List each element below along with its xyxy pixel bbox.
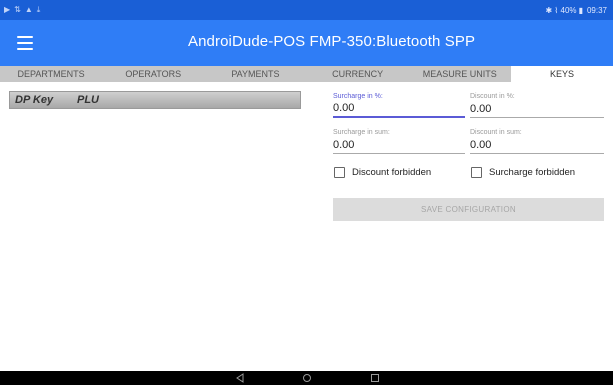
discount-percent-input[interactable] — [470, 101, 604, 118]
surcharge-percent-input[interactable] — [333, 101, 465, 118]
app-title: AndroiDude-POS FMP-350:Bluetooth SPP — [188, 33, 476, 50]
plu-table-header: DP Key PLU — [9, 91, 301, 109]
surcharge-percent-label: Surcharge in %: — [333, 93, 383, 100]
upload-icon: ▲ — [24, 5, 33, 14]
tab-measure-units[interactable]: MEASURE UNITS — [409, 66, 511, 82]
surcharge-forbidden-checkbox[interactable] — [471, 167, 482, 178]
column-header-dp-key: DP Key — [15, 94, 54, 106]
surcharge-sum-label: Surcharge in sum: — [333, 129, 390, 136]
app-bar: AndroiDude-POS FMP-350:Bluetooth SPP — [0, 20, 613, 66]
system-navigation-bar — [0, 371, 613, 385]
tab-payments[interactable]: PAYMENTS — [204, 66, 306, 82]
discount-forbidden-checkbox[interactable] — [334, 167, 345, 178]
status-left-icons: ▶ ⇅ ▲ ⤓ — [4, 6, 40, 14]
surcharge-sum-field: Surcharge in sum: — [333, 128, 465, 154]
save-configuration-button[interactable]: SAVE CONFIGURATION — [333, 198, 604, 221]
surcharge-sum-input[interactable] — [333, 137, 465, 154]
surcharge-percent-field: Surcharge in %: — [333, 92, 465, 118]
discount-forbidden-row[interactable]: Discount forbidden — [334, 167, 431, 178]
column-header-plu: PLU — [77, 94, 99, 106]
discount-percent-field: Discount in %: — [470, 92, 604, 118]
status-right: ✱ ⌇ 40% ▮ 09:37 — [545, 6, 607, 15]
discount-forbidden-label: Discount forbidden — [352, 167, 432, 178]
surcharge-forbidden-row[interactable]: Surcharge forbidden — [471, 167, 575, 178]
discount-sum-input[interactable] — [470, 137, 604, 154]
tab-strip: DEPARTMENTS OPERATORS PAYMENTS CURRENCY … — [0, 66, 613, 82]
status-bar: ▶ ⇅ ▲ ⤓ ✱ ⌇ 40% ▮ 09:37 — [0, 0, 613, 20]
discount-sum-field: Discount in sum: — [470, 128, 604, 154]
download-icon: ⤓ — [36, 5, 41, 14]
discount-sum-label: Discount in sum: — [470, 129, 522, 136]
tab-keys[interactable]: KEYS — [510, 66, 613, 82]
back-icon[interactable] — [235, 373, 245, 383]
recent-apps-icon[interactable] — [370, 373, 380, 383]
media-play-icon: ▶ — [4, 5, 11, 14]
hamburger-menu-icon[interactable] — [17, 36, 33, 50]
home-icon[interactable] — [302, 373, 312, 383]
surcharge-forbidden-label: Surcharge forbidden — [489, 167, 576, 178]
status-text: ✱ ⌇ 40% ▮ 09:37 — [545, 5, 607, 15]
signal-share-icon: ⇅ — [14, 5, 21, 14]
discount-percent-label: Discount in %: — [470, 93, 515, 100]
tab-departments[interactable]: DEPARTMENTS — [0, 66, 102, 82]
tab-currency[interactable]: CURRENCY — [307, 66, 409, 82]
tab-operators[interactable]: OPERATORS — [102, 66, 204, 82]
